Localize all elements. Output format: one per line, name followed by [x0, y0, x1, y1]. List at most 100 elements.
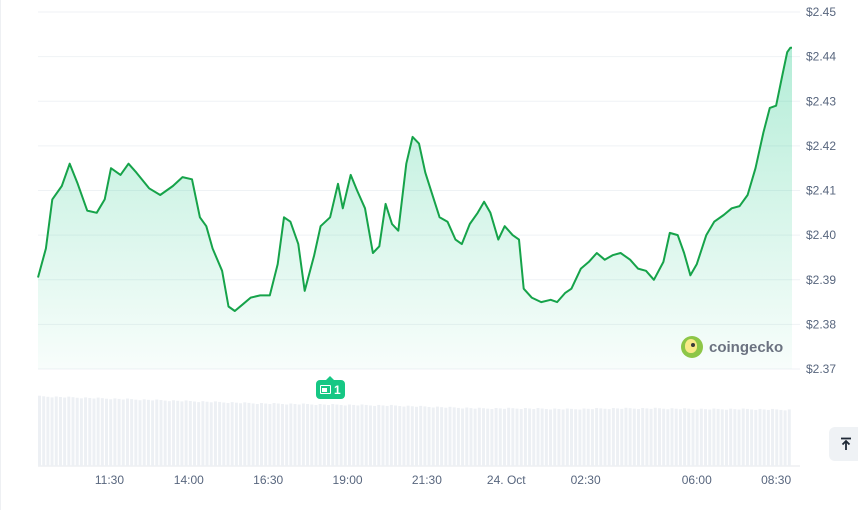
volume-bar: [318, 403, 322, 466]
volume-bar: [582, 408, 586, 466]
x-tick-label: 24. Oct: [487, 473, 526, 487]
volume-bar: [745, 408, 749, 466]
volume-bar: [762, 409, 766, 466]
volume-bar: [477, 407, 481, 466]
y-tick-label: $2.37: [806, 362, 836, 376]
volume-bar: [519, 409, 523, 466]
volume-bar: [276, 403, 280, 466]
volume-bar: [368, 405, 372, 466]
volume-bar: [511, 408, 515, 466]
volume-bar: [389, 404, 393, 466]
volume-bar: [683, 408, 687, 466]
volume-bar: [523, 408, 527, 466]
volume-bar: [306, 404, 310, 466]
volume-bar: [163, 400, 167, 466]
volume-bars: [38, 395, 791, 467]
volume-bar: [410, 406, 414, 466]
volume-bar: [666, 409, 670, 466]
y-tick-label: $2.40: [806, 228, 836, 242]
volume-bar: [775, 409, 779, 466]
volume-bar: [657, 408, 661, 466]
volume-bar: [297, 404, 301, 466]
volume-bar: [423, 406, 427, 466]
event-count: 1: [334, 382, 341, 397]
scroll-top-button[interactable]: [829, 427, 858, 461]
coingecko-watermark: coingecko: [681, 336, 783, 358]
volume-bar: [347, 404, 351, 466]
volume-bar: [75, 397, 79, 466]
arrow-up-to-line-icon: [841, 437, 851, 450]
volume-bar: [578, 409, 582, 466]
volume-bar: [176, 400, 180, 466]
volume-bar: [155, 399, 159, 466]
volume-bar: [779, 409, 783, 466]
volume-bar: [172, 400, 176, 466]
volume-bar: [561, 409, 565, 466]
volume-bar: [109, 399, 113, 466]
volume-bar: [653, 407, 657, 466]
x-tick-label: 16:30: [253, 473, 283, 487]
volume-bar: [167, 401, 171, 466]
volume-bar: [84, 397, 88, 466]
volume-bar: [662, 408, 666, 466]
volume-bar: [465, 407, 469, 466]
volume-bar: [88, 397, 92, 466]
volume-bar: [260, 403, 263, 466]
volume-bar: [38, 395, 41, 466]
volume-bar: [188, 400, 192, 466]
coingecko-gecko-icon: [681, 336, 703, 358]
volume-bar: [130, 399, 134, 466]
volume-bar: [699, 408, 703, 466]
volume-bar: [494, 407, 498, 466]
price-chart: $2.45 $2.44 $2.43 $2.42 $2.41 $2.40 $2.39 $2.38…: [37, 5, 836, 487]
y-tick-label: $2.44: [806, 50, 836, 64]
volume-bar: [637, 409, 640, 466]
x-tick-label: 19:00: [333, 473, 363, 487]
volume-bar: [381, 405, 385, 466]
volume-bar: [469, 408, 473, 466]
volume-bar: [54, 396, 58, 466]
volume-bar: [314, 404, 318, 466]
volume-bar: [239, 403, 243, 466]
document-icon: [320, 385, 331, 394]
volume-bar: [205, 401, 209, 466]
volume-bar: [335, 404, 339, 466]
volume-bar: [502, 408, 506, 466]
volume-bar: [364, 404, 368, 466]
volume-bar: [435, 406, 439, 466]
y-tick-label: $2.38: [806, 317, 836, 331]
volume-bar: [632, 408, 636, 466]
volume-bar: [373, 405, 377, 466]
volume-bar: [280, 404, 284, 466]
volume-bar: [50, 397, 54, 466]
price-area-fill: [38, 47, 792, 369]
volume-bar: [402, 406, 406, 466]
volume-bar: [440, 407, 444, 466]
watermark-text: coingecko: [709, 338, 784, 356]
volume-bar: [180, 401, 184, 466]
volume-bar: [264, 403, 268, 466]
volume-bar: [645, 408, 649, 466]
volume-bar: [247, 402, 251, 466]
y-tick-label: $2.45: [806, 5, 836, 19]
volume-bar: [741, 408, 745, 466]
volume-bar: [716, 408, 720, 466]
event-marker[interactable]: 1: [316, 376, 345, 399]
volume-bar: [339, 404, 343, 466]
volume-bar: [431, 407, 435, 466]
volume-bar: [670, 408, 674, 466]
y-axis-tick-labels: $2.45 $2.44 $2.43 $2.42 $2.41 $2.40 $2.39 $2.38…: [806, 5, 836, 376]
volume-bar: [624, 407, 628, 466]
volume-bar: [750, 409, 754, 466]
volume-bar: [121, 399, 125, 466]
volume-bar: [590, 409, 594, 466]
volume-bar: [209, 402, 213, 466]
volume-bar: [251, 403, 255, 466]
volume-bar: [322, 404, 326, 466]
volume-bar: [787, 409, 791, 466]
volume-bar: [611, 407, 615, 466]
volume-bar: [678, 409, 682, 466]
volume-bar: [105, 398, 109, 466]
volume-bar: [448, 406, 452, 466]
x-tick-label: 21:30: [412, 473, 442, 487]
